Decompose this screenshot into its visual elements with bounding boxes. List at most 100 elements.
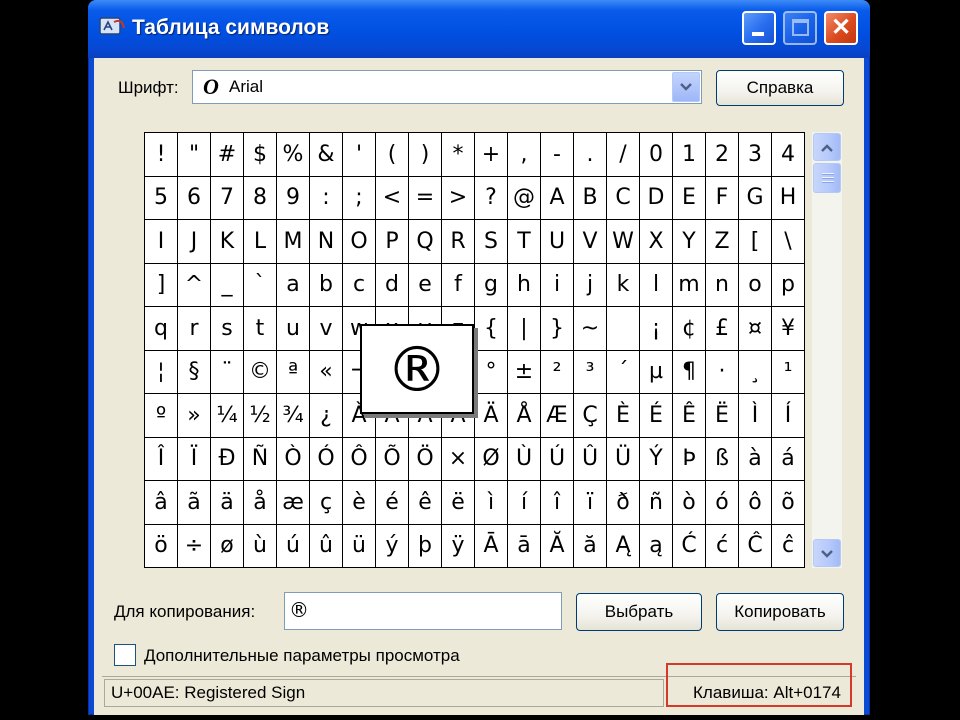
- character-cell[interactable]: Ì: [739, 394, 772, 438]
- character-cell[interactable]: ù: [244, 524, 277, 568]
- character-cell[interactable]: ,: [508, 133, 541, 177]
- character-cell[interactable]: é: [376, 481, 409, 525]
- character-cell[interactable]: L: [244, 220, 277, 264]
- character-cell[interactable]: ¢: [673, 307, 706, 351]
- character-cell[interactable]: Ä: [475, 394, 508, 438]
- character-cell[interactable]: Ĉ: [739, 524, 772, 568]
- character-cell[interactable]: i: [541, 263, 574, 307]
- character-cell[interactable]: è: [343, 481, 376, 525]
- character-cell[interactable]: p: [772, 263, 805, 307]
- character-cell[interactable]: 6: [178, 176, 211, 220]
- character-cell[interactable]: È: [607, 394, 640, 438]
- character-cell[interactable]: t: [244, 307, 277, 351]
- character-cell[interactable]: n: [706, 263, 739, 307]
- character-cell[interactable]: [607, 307, 640, 351]
- character-cell[interactable]: *: [442, 133, 475, 177]
- character-cell[interactable]: ?: [475, 176, 508, 220]
- character-cell[interactable]: ': [343, 133, 376, 177]
- character-cell[interactable]: Æ: [541, 394, 574, 438]
- character-cell[interactable]: ã: [178, 481, 211, 525]
- character-cell[interactable]: :: [310, 176, 343, 220]
- character-cell[interactable]: 5: [145, 176, 178, 220]
- character-cell[interactable]: f: [442, 263, 475, 307]
- character-cell[interactable]: 7: [211, 176, 244, 220]
- character-cell[interactable]: ¼: [211, 394, 244, 438]
- character-cell[interactable]: Ù: [508, 437, 541, 481]
- character-cell[interactable]: ¨: [211, 350, 244, 394]
- character-cell[interactable]: ï: [574, 481, 607, 525]
- character-cell[interactable]: M: [277, 220, 310, 264]
- character-cell[interactable]: ´: [607, 350, 640, 394]
- character-cell[interactable]: J: [178, 220, 211, 264]
- character-cell[interactable]: ¾: [277, 394, 310, 438]
- character-cell[interactable]: ó: [706, 481, 739, 525]
- characters-to-copy-input[interactable]: ®: [284, 592, 562, 630]
- grid-scrollbar[interactable]: [812, 132, 842, 568]
- character-cell[interactable]: Î: [145, 437, 178, 481]
- character-cell[interactable]: ÷: [178, 524, 211, 568]
- character-cell[interactable]: ñ: [640, 481, 673, 525]
- character-cell[interactable]: Ë: [706, 394, 739, 438]
- character-cell[interactable]: A: [541, 176, 574, 220]
- character-cell[interactable]: `: [244, 263, 277, 307]
- character-cell[interactable]: º: [145, 394, 178, 438]
- character-cell[interactable]: G: [739, 176, 772, 220]
- character-cell[interactable]: F: [706, 176, 739, 220]
- character-cell[interactable]: ×: [442, 437, 475, 481]
- character-cell[interactable]: ²: [541, 350, 574, 394]
- character-cell[interactable]: q: [145, 307, 178, 351]
- character-cell[interactable]: N: [310, 220, 343, 264]
- character-cell[interactable]: ): [409, 133, 442, 177]
- character-cell[interactable]: c: [343, 263, 376, 307]
- character-cell[interactable]: Å: [508, 394, 541, 438]
- character-cell[interactable]: ç: [310, 481, 343, 525]
- character-cell[interactable]: ô: [739, 481, 772, 525]
- character-cell[interactable]: ë: [442, 481, 475, 525]
- character-cell[interactable]: ª: [277, 350, 310, 394]
- character-cell[interactable]: ą: [640, 524, 673, 568]
- character-cell[interactable]: E: [673, 176, 706, 220]
- character-cell[interactable]: Ø: [475, 437, 508, 481]
- character-cell[interactable]: _: [211, 263, 244, 307]
- character-cell[interactable]: Ą: [607, 524, 640, 568]
- character-cell[interactable]: U: [541, 220, 574, 264]
- character-cell[interactable]: ^: [178, 263, 211, 307]
- character-cell[interactable]: \: [772, 220, 805, 264]
- character-cell[interactable]: §: [178, 350, 211, 394]
- character-cell[interactable]: +: [475, 133, 508, 177]
- character-cell[interactable]: þ: [409, 524, 442, 568]
- character-cell[interactable]: Ú: [541, 437, 574, 481]
- character-cell[interactable]: C: [607, 176, 640, 220]
- character-cell[interactable]: «: [310, 350, 343, 394]
- character-cell[interactable]: ć: [706, 524, 739, 568]
- character-cell[interactable]: V: [574, 220, 607, 264]
- scroll-thumb[interactable]: [813, 163, 841, 193]
- character-cell[interactable]: õ: [772, 481, 805, 525]
- close-button[interactable]: ✕: [824, 11, 858, 45]
- character-cell[interactable]: X: [640, 220, 673, 264]
- character-cell[interactable]: %: [277, 133, 310, 177]
- character-cell[interactable]: v: [310, 307, 343, 351]
- character-cell[interactable]: }: [541, 307, 574, 351]
- character-cell[interactable]: ê: [409, 481, 442, 525]
- character-cell[interactable]: $: [244, 133, 277, 177]
- character-cell[interactable]: à: [739, 437, 772, 481]
- character-cell[interactable]: Í: [772, 394, 805, 438]
- character-cell[interactable]: -: [541, 133, 574, 177]
- font-select-dropdown-button[interactable]: [672, 72, 700, 102]
- advanced-view-checkbox[interactable]: [114, 644, 136, 666]
- character-cell[interactable]: !: [145, 133, 178, 177]
- character-cell[interactable]: a: [277, 263, 310, 307]
- character-cell[interactable]: Þ: [673, 437, 706, 481]
- character-cell[interactable]: ¿: [310, 394, 343, 438]
- character-cell[interactable]: K: [211, 220, 244, 264]
- character-cell[interactable]: î: [541, 481, 574, 525]
- character-cell[interactable]: H: [772, 176, 805, 220]
- character-cell[interactable]: É: [640, 394, 673, 438]
- character-cell[interactable]: í: [508, 481, 541, 525]
- character-cell[interactable]: ð: [607, 481, 640, 525]
- character-cell[interactable]: ~: [574, 307, 607, 351]
- character-cell[interactable]: &: [310, 133, 343, 177]
- character-cell[interactable]: »: [178, 394, 211, 438]
- character-cell[interactable]: ¤: [739, 307, 772, 351]
